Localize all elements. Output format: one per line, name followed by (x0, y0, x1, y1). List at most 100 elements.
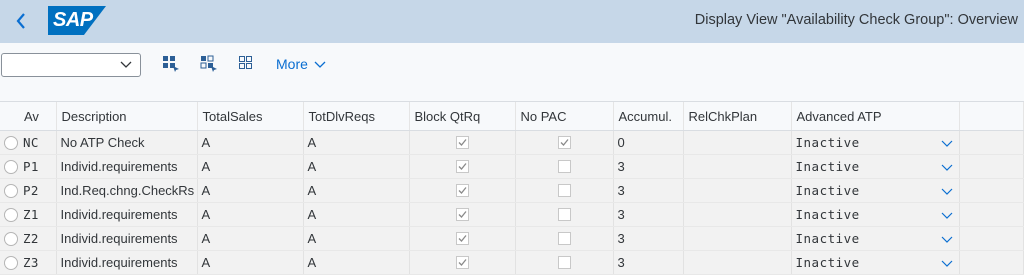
advanced-atp-cell[interactable]: Inactive (791, 226, 960, 251)
block-qtrq-checkbox[interactable] (455, 160, 469, 173)
row-select-radio[interactable] (4, 207, 18, 222)
accumul-cell[interactable]: 3 (613, 178, 684, 203)
column-header-block-qtrq[interactable]: Block QtRq (409, 102, 516, 131)
deselect-all-icon[interactable] (238, 55, 256, 73)
advanced-atp-dropdown[interactable]: Inactive (796, 231, 955, 246)
description-cell[interactable]: No ATP Check (56, 130, 198, 155)
tot-dlv-reqs-cell[interactable]: A (303, 202, 410, 227)
accumul-cell[interactable]: 3 (613, 154, 684, 179)
block-qtrq-checkbox[interactable] (455, 256, 469, 269)
av-cell[interactable]: Z3 (19, 250, 57, 275)
block-qtrq-cell (409, 130, 516, 155)
table-row[interactable]: P2 Ind.Req.chng.CheckRs A A 3 Inactive (0, 178, 1024, 203)
more-label: More (276, 56, 308, 72)
select-all-icon[interactable] (162, 55, 180, 73)
table-row[interactable]: Z2 Individ.requirements A A 3 Inactive (0, 226, 1024, 251)
row-selector-cell[interactable] (0, 226, 19, 251)
row-select-radio[interactable] (4, 231, 18, 246)
variant-select[interactable] (1, 53, 141, 77)
advanced-atp-cell[interactable]: Inactive (791, 154, 960, 179)
description-cell[interactable]: Ind.Req.chng.CheckRs (56, 178, 198, 203)
accumul-cell[interactable]: 3 (613, 226, 684, 251)
av-cell[interactable]: P1 (19, 154, 57, 179)
column-header-no-pac[interactable]: No PAC (515, 102, 614, 131)
column-header-total-sales[interactable]: TotalSales (197, 102, 304, 131)
no-pac-checkbox[interactable] (557, 232, 571, 245)
row-select-radio[interactable] (4, 183, 18, 198)
row-select-radio[interactable] (4, 135, 18, 150)
description-cell[interactable]: Individ.requirements (56, 154, 198, 179)
rel-chk-plan-cell[interactable] (683, 226, 792, 251)
accumul-cell[interactable]: 0 (613, 130, 684, 155)
tot-dlv-reqs-cell[interactable]: A (303, 250, 410, 275)
no-pac-checkbox[interactable] (557, 184, 571, 197)
checkmark-icon (458, 235, 467, 242)
block-qtrq-checkbox[interactable] (455, 136, 469, 149)
total-sales-cell[interactable]: A (197, 226, 304, 251)
back-button[interactable] (10, 10, 32, 32)
accumul-cell[interactable]: 3 (613, 202, 684, 227)
description-cell[interactable]: Individ.requirements (56, 226, 198, 251)
av-cell[interactable]: NC (19, 130, 57, 155)
more-button[interactable]: More (276, 56, 326, 72)
description-cell[interactable]: Individ.requirements (56, 250, 198, 275)
row-selector-cell[interactable] (0, 178, 19, 203)
table-row[interactable]: Z1 Individ.requirements A A 3 Inactive (0, 202, 1024, 227)
advanced-atp-dropdown[interactable]: Inactive (796, 159, 955, 174)
no-pac-checkbox[interactable] (557, 136, 571, 149)
table-row[interactable]: P1 Individ.requirements A A 3 Inactive (0, 154, 1024, 179)
column-header-av[interactable]: Av (19, 102, 57, 131)
advanced-atp-dropdown[interactable]: Inactive (796, 255, 955, 270)
tot-dlv-reqs-cell[interactable]: A (303, 226, 410, 251)
rel-chk-plan-cell[interactable] (683, 202, 792, 227)
accumul-cell[interactable]: 3 (613, 250, 684, 275)
description-cell[interactable]: Individ.requirements (56, 202, 198, 227)
advanced-atp-dropdown[interactable]: Inactive (796, 207, 955, 222)
no-pac-checkbox[interactable] (557, 256, 571, 269)
no-pac-checkbox[interactable] (557, 160, 571, 173)
advanced-atp-cell[interactable]: Inactive (791, 250, 960, 275)
rel-chk-plan-cell[interactable] (683, 178, 792, 203)
row-select-radio[interactable] (4, 255, 18, 270)
advanced-atp-cell[interactable]: Inactive (791, 202, 960, 227)
row-select-radio[interactable] (4, 159, 18, 174)
advanced-atp-dropdown[interactable]: Inactive (796, 183, 955, 198)
no-pac-checkbox[interactable] (557, 208, 571, 221)
column-header-advanced-atp[interactable]: Advanced ATP (791, 102, 960, 131)
column-header-accumul[interactable]: Accumul. (613, 102, 684, 131)
total-sales-cell[interactable]: A (197, 178, 304, 203)
table-row[interactable]: NC No ATP Check A A 0 Inactive (0, 130, 1024, 155)
block-qtrq-checkbox[interactable] (455, 232, 469, 245)
tot-dlv-reqs-cell[interactable]: A (303, 130, 410, 155)
advanced-atp-value: Inactive (795, 207, 860, 222)
total-sales-cell[interactable]: A (197, 154, 304, 179)
select-block-icon[interactable] (200, 55, 218, 73)
rel-chk-plan-cell[interactable] (683, 250, 792, 275)
row-selector-cell[interactable] (0, 154, 19, 179)
total-sales-cell[interactable]: A (197, 202, 304, 227)
column-header-rel-chk-plan[interactable]: RelChkPlan (683, 102, 792, 131)
row-selector-cell[interactable] (0, 250, 19, 275)
sap-logo[interactable]: SAP (48, 6, 106, 35)
row-selector-cell[interactable] (0, 130, 19, 155)
advanced-atp-cell[interactable]: Inactive (791, 178, 960, 203)
column-header-description[interactable]: Description (56, 102, 198, 131)
tot-dlv-reqs-cell[interactable]: A (303, 178, 410, 203)
rel-chk-plan-cell[interactable] (683, 154, 792, 179)
total-sales-cell[interactable]: A (197, 250, 304, 275)
availability-check-table: Av Description TotalSales TotDlvReqs Blo… (0, 102, 1024, 275)
av-cell[interactable]: P2 (19, 178, 57, 203)
rel-chk-plan-cell[interactable] (683, 130, 792, 155)
row-selector-cell[interactable] (0, 202, 19, 227)
av-cell[interactable]: Z2 (19, 226, 57, 251)
av-cell[interactable]: Z1 (19, 202, 57, 227)
block-qtrq-checkbox[interactable] (455, 184, 469, 197)
advanced-atp-dropdown[interactable]: Inactive (796, 135, 955, 150)
table-row[interactable]: Z3 Individ.requirements A A 3 Inactive (0, 250, 1024, 275)
checkmark-icon (458, 139, 467, 146)
tot-dlv-reqs-cell[interactable]: A (303, 154, 410, 179)
advanced-atp-cell[interactable]: Inactive (791, 130, 960, 155)
column-header-tot-dlv-reqs[interactable]: TotDlvReqs (303, 102, 410, 131)
total-sales-cell[interactable]: A (197, 130, 304, 155)
block-qtrq-checkbox[interactable] (455, 208, 469, 221)
